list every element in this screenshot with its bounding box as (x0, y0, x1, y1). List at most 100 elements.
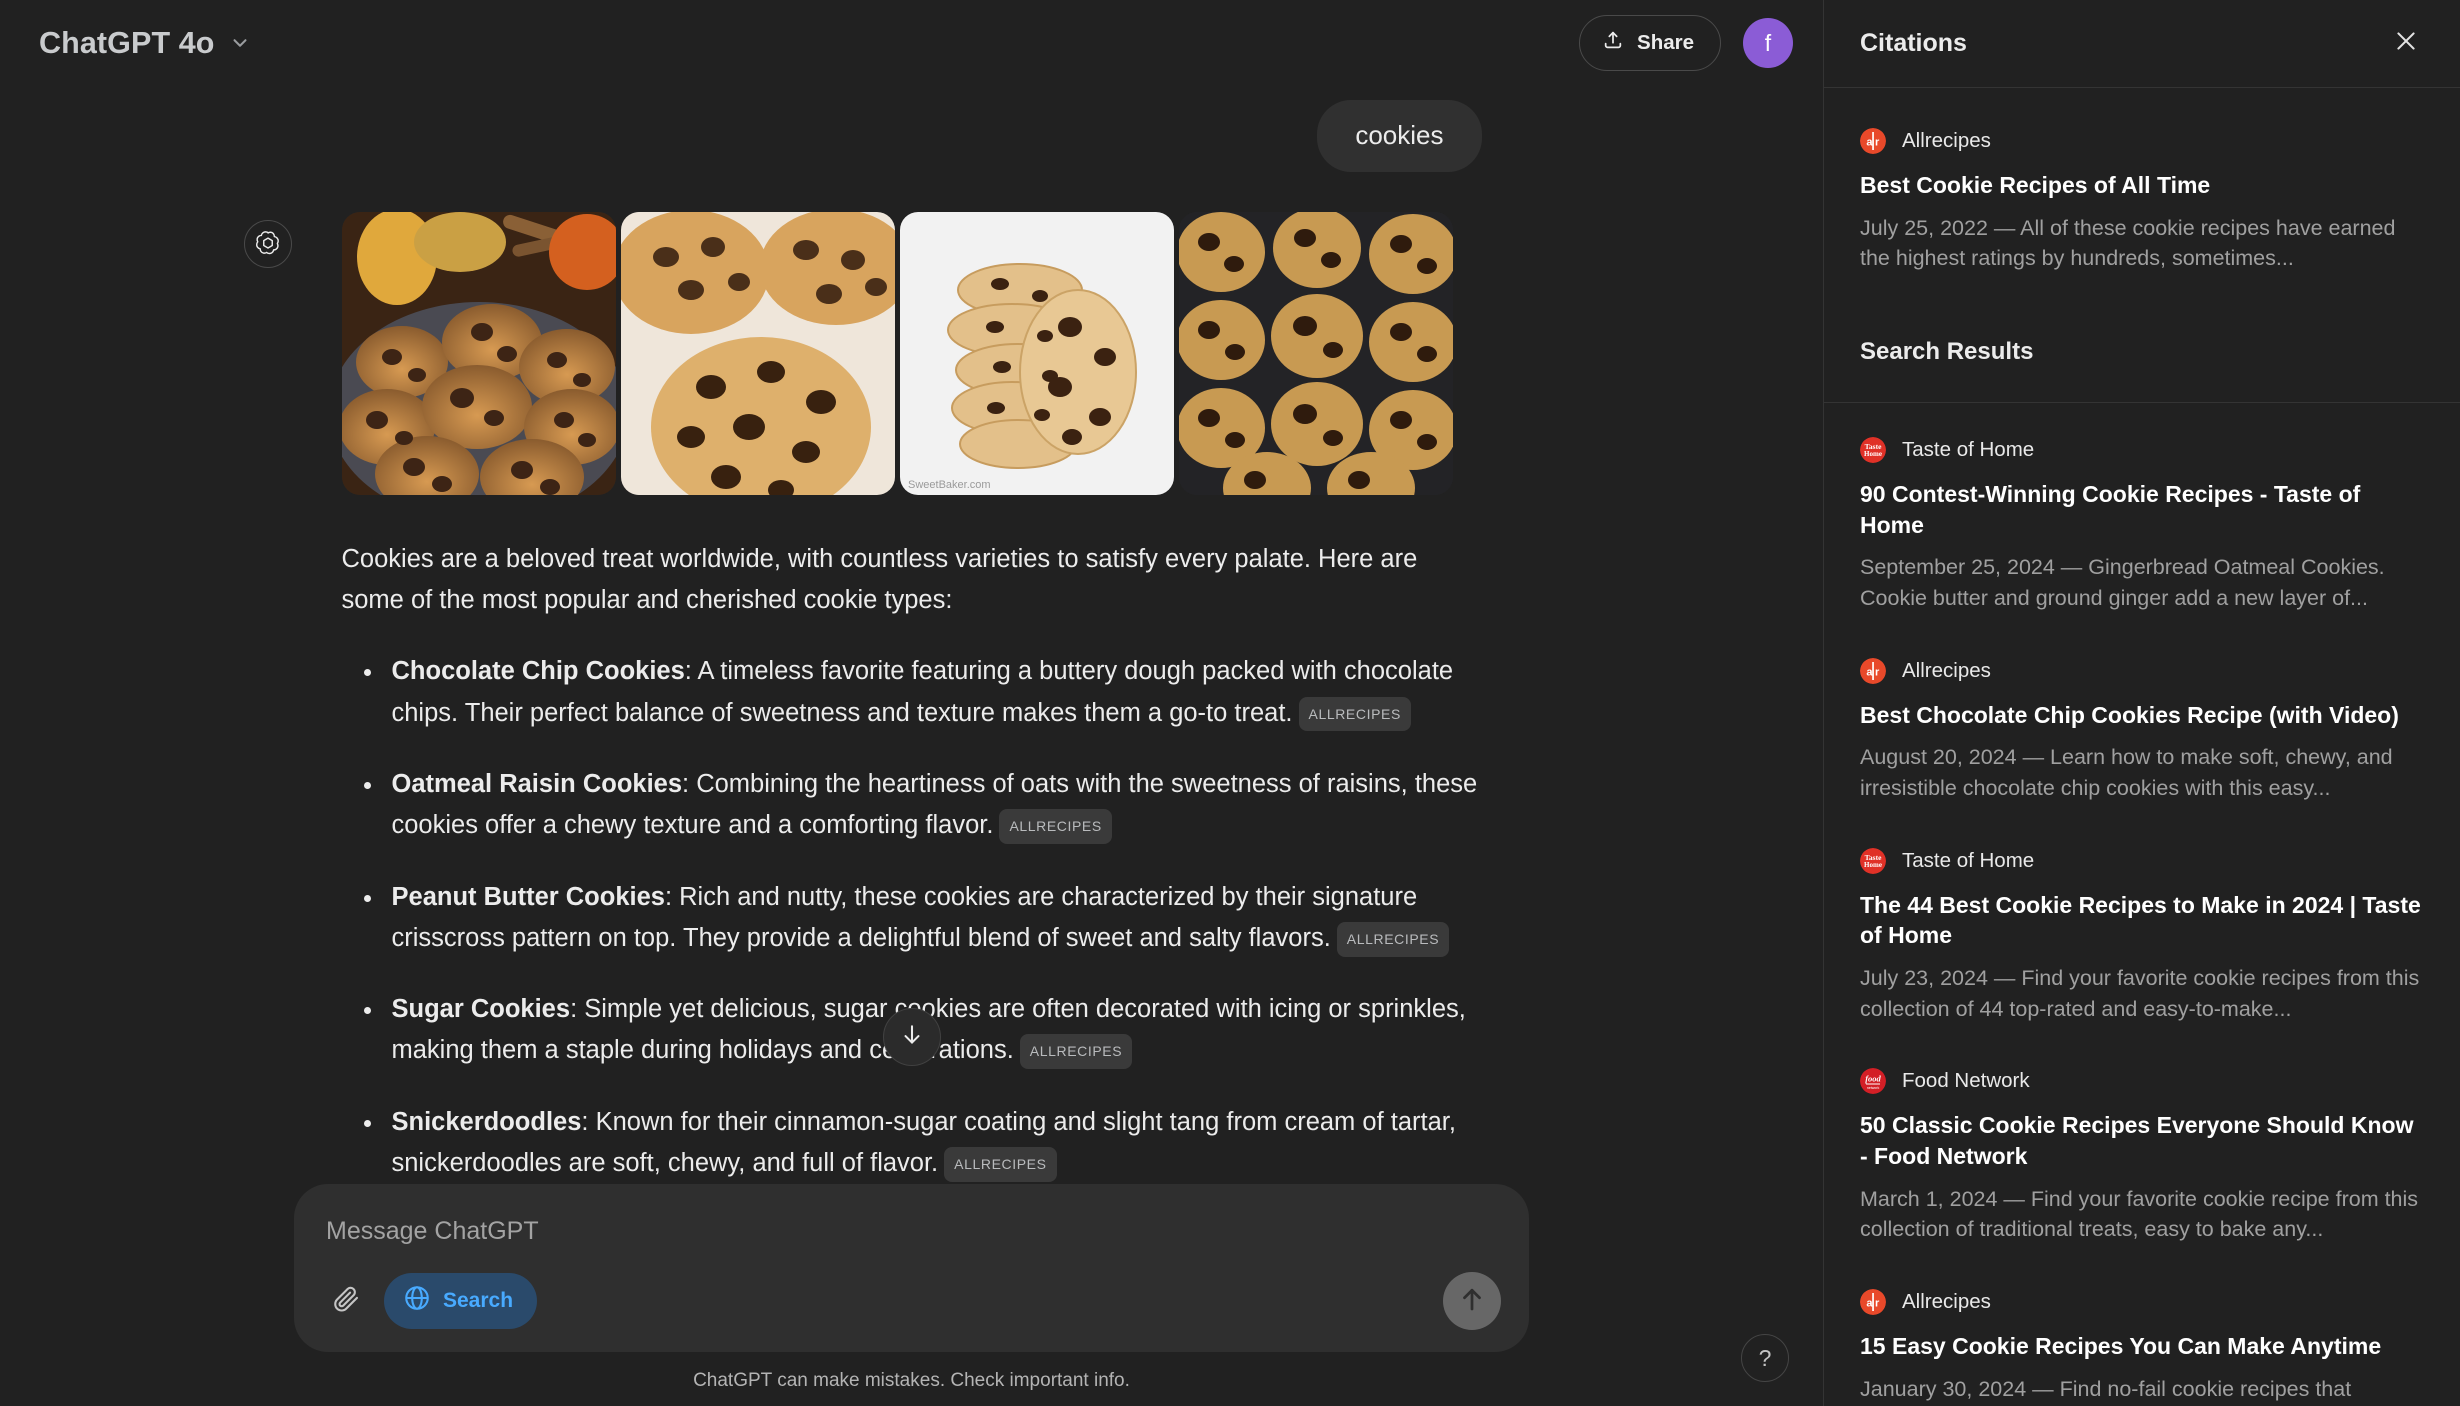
conversation-thread: cookies SweetBaker.com Cookies are a bel… (0, 86, 1823, 1184)
list-item-term: Sugar Cookies (391, 995, 571, 1024)
citation-card[interactable]: ar Allrecipes Best Chocolate Chip Cookie… (1824, 624, 2460, 814)
send-message-button[interactable] (1443, 1272, 1501, 1330)
citation-source-row: ar Allrecipes (1860, 128, 2424, 154)
foodnetwork-favicon: food network (1860, 1068, 1886, 1095)
allrecipes-favicon: ar (1860, 128, 1886, 154)
citations-panel: Citations ar Allrecipes Best Cookie Reci… (1823, 0, 2460, 1406)
svg-text:a: a (1866, 1297, 1873, 1309)
citation-card[interactable]: ar Allrecipes 15 Easy Cookie Recipes You… (1824, 1255, 2460, 1406)
citation-source-name: Allrecipes (1902, 1289, 1991, 1313)
share-button[interactable]: Share (1579, 15, 1721, 71)
close-icon (2393, 28, 2419, 59)
upload-icon (1602, 29, 1624, 57)
citation-source-name: Taste of Home (1902, 848, 2035, 872)
citation-card[interactable]: ar Allrecipes Best Cookie Recipes of All… (1824, 88, 2460, 300)
list-item-term: Snickerdoodles (391, 1107, 582, 1136)
citation-headline: Best Chocolate Chip Cookies Recipe (with… (1860, 701, 2399, 728)
list-item-term: Oatmeal Raisin Cookies (391, 769, 683, 798)
svg-text:a: a (1866, 136, 1873, 148)
composer-toolbar: Search (324, 1272, 1501, 1330)
list-item: Snickerdoodles: Known for their cinnamon… (342, 1102, 1482, 1184)
top-bar: ChatGPT 4o Share f (0, 0, 1823, 86)
result-image-4[interactable] (1178, 211, 1453, 495)
search-results-label: Search Results (1860, 338, 2034, 366)
assistant-prose: Cookies are a beloved treat worldwide, w… (342, 539, 1482, 1184)
arrow-down-icon (899, 1022, 925, 1053)
web-search-label: Search (443, 1289, 514, 1312)
share-button-label: Share (1637, 31, 1694, 54)
openai-logo-icon (243, 219, 292, 268)
cookie-types-list: Chocolate Chip Cookies: A timeless favor… (342, 651, 1482, 1184)
citation-chip[interactable]: ALLRECIPES (944, 1147, 1057, 1182)
close-citations-button[interactable] (2384, 22, 2428, 66)
list-item: Chocolate Chip Cookies: A timeless favor… (342, 651, 1482, 734)
citation-chip[interactable]: ALLRECIPES (1336, 921, 1450, 957)
arrow-up-icon (1457, 1284, 1487, 1319)
result-image-3[interactable]: SweetBaker.com (899, 211, 1174, 495)
svg-text:r: r (1875, 136, 1880, 148)
list-item: Peanut Butter Cookies: Rich and nutty, t… (342, 877, 1482, 960)
citation-source-row: ar Allrecipes (1860, 1288, 2424, 1315)
citation-source-row: Taste Home Taste of Home (1860, 437, 2424, 464)
composer-area: Message ChatGPT Search ChatGPT can make … (0, 1184, 1823, 1406)
image-results-strip: SweetBaker.com (341, 211, 1482, 495)
citation-source-name: Allrecipes (1902, 658, 1991, 682)
chat-column: ChatGPT 4o Share f cookies SweetBaker.co… (0, 0, 1823, 1406)
citation-chip[interactable]: ALLRECIPES (1019, 1034, 1133, 1070)
disclaimer-text: ChatGPT can make mistakes. Check importa… (693, 1370, 1130, 1391)
citation-snippet: July 25, 2022 — All of these cookie reci… (1860, 215, 2396, 271)
citation-source-name: Taste of Home (1902, 438, 2035, 462)
svg-text:Home: Home (1864, 861, 1882, 869)
citation-snippet: March 1, 2024 — Find your favorite cooki… (1860, 1186, 2419, 1242)
citation-snippet: January 30, 2024 — Find no-fail cookie r… (1860, 1376, 2352, 1401)
intro-paragraph: Cookies are a beloved treat worldwide, w… (341, 544, 1418, 615)
svg-text:food: food (1865, 1074, 1881, 1084)
allrecipes-favicon: ar (1860, 1288, 1886, 1315)
citation-card[interactable]: Taste Home Taste of Home The 44 Best Cook… (1824, 814, 2460, 1035)
citation-source-name: Allrecipes (1902, 129, 1991, 152)
citations-panel-header: Citations (1824, 0, 2460, 88)
citation-snippet: August 20, 2024 — Learn how to make soft… (1860, 745, 2393, 800)
svg-text:Home: Home (1864, 450, 1882, 458)
globe-icon (403, 1284, 431, 1318)
paperclip-icon (332, 1285, 360, 1318)
result-image-2[interactable] (620, 211, 895, 495)
search-results-section-header: Search Results (1824, 300, 2460, 404)
allrecipes-favicon: ar (1860, 657, 1886, 684)
chevron-down-icon (229, 32, 251, 54)
composer: Message ChatGPT Search (294, 1184, 1529, 1352)
citation-headline: Best Cookie Recipes of All Time (1860, 172, 2211, 198)
svg-text:a: a (1866, 666, 1873, 678)
citation-headline: The 44 Best Cookie Recipes to Make in 20… (1860, 891, 2421, 949)
svg-text:r: r (1875, 666, 1880, 678)
citation-chip[interactable]: ALLRECIPES (999, 809, 1112, 844)
user-message-row: cookies (342, 100, 1482, 172)
tasteofhome-favicon: Taste Home (1860, 437, 1886, 464)
svg-text:network: network (1867, 1086, 1880, 1090)
help-button[interactable]: ? (1741, 1334, 1789, 1382)
model-name-label: ChatGPT 4o (39, 25, 215, 60)
attach-file-button[interactable] (324, 1279, 368, 1323)
web-search-toggle[interactable]: Search (384, 1273, 538, 1329)
citation-chip[interactable]: ALLRECIPES (1298, 696, 1411, 732)
citation-card[interactable]: Taste Home Taste of Home 90 Contest-Winni… (1824, 403, 2460, 624)
chatgpt-app-window: ChatGPT 4o Share f cookies SweetBaker.co… (0, 0, 2460, 1406)
citation-headline: 90 Contest-Winning Cookie Recipes - Tast… (1860, 481, 2361, 538)
citation-source-row: ar Allrecipes (1860, 657, 2424, 684)
top-bar-actions: Share f (1579, 15, 1793, 71)
citation-source-row: Taste Home Taste of Home (1860, 847, 2424, 874)
citation-card[interactable]: food network Food Network 50 Classic Cook… (1824, 1034, 2460, 1255)
citations-scroll-area[interactable]: ar Allrecipes Best Cookie Recipes of All… (1824, 88, 2460, 1406)
citation-headline: 50 Classic Cookie Recipes Everyone Shoul… (1860, 1112, 2414, 1169)
message-input[interactable]: Message ChatGPT (324, 1210, 1501, 1272)
tasteofhome-favicon: Taste Home (1860, 847, 1886, 874)
result-image-1[interactable] (341, 211, 616, 495)
list-item-term: Chocolate Chip Cookies (391, 657, 685, 686)
model-switcher-button[interactable]: ChatGPT 4o (33, 18, 265, 69)
list-item-term: Peanut Butter Cookies (391, 882, 665, 911)
citations-panel-title: Citations (1860, 29, 1967, 57)
citation-snippet: September 25, 2024 — Gingerbread Oatmeal… (1860, 555, 2385, 610)
scroll-to-bottom-button[interactable] (882, 1008, 941, 1066)
avatar[interactable]: f (1743, 18, 1793, 68)
citation-headline: 15 Easy Cookie Recipes You Can Make Anyt… (1860, 1332, 2382, 1359)
